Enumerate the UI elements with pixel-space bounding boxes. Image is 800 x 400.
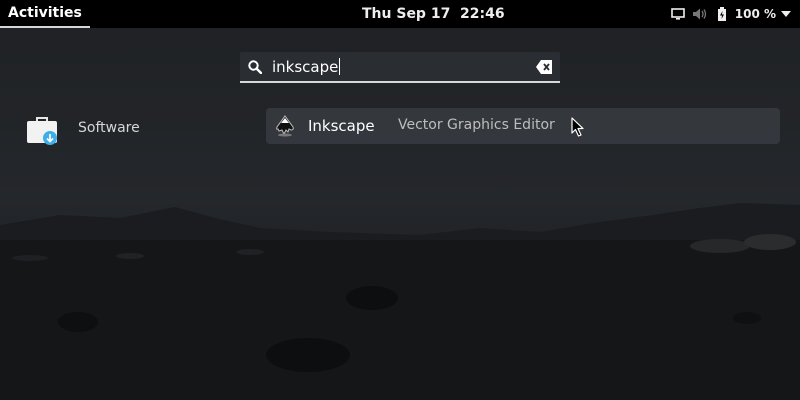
- top-bar: Activities Thu Sep 17 22:46 100 %: [0, 0, 800, 28]
- activities-label: Activities: [8, 5, 82, 21]
- clear-text-icon[interactable]: [536, 60, 552, 74]
- system-tray[interactable]: 100 %: [667, 0, 792, 28]
- mouse-pointer-icon: [571, 117, 584, 137]
- search-icon: [248, 60, 262, 74]
- software-bag-icon: [27, 117, 57, 145]
- battery-icon[interactable]: [711, 0, 733, 28]
- inkscape-logo-icon: [276, 115, 294, 137]
- search-entry[interactable]: inkscape: [240, 52, 560, 83]
- search-input[interactable]: inkscape: [272, 57, 341, 77]
- volume-muted-icon[interactable]: [689, 0, 711, 28]
- result-app-name: Inkscape: [308, 117, 375, 135]
- search-query: inkscape: [272, 58, 339, 76]
- search-provider-software[interactable]: Software: [26, 114, 176, 146]
- display-icon[interactable]: [667, 0, 689, 28]
- battery-percentage: 100 %: [734, 7, 776, 21]
- menu-arrow-down-icon[interactable]: [780, 0, 792, 28]
- search-provider-label: Software: [78, 120, 140, 136]
- activities-button[interactable]: Activities: [0, 0, 90, 28]
- clock[interactable]: Thu Sep 17 22:46: [362, 0, 505, 28]
- result-app-description: Vector Graphics Editor: [398, 117, 555, 133]
- text-caret: [339, 58, 341, 75]
- search-result-inkscape[interactable]: Inkscape Vector Graphics Editor: [266, 108, 780, 144]
